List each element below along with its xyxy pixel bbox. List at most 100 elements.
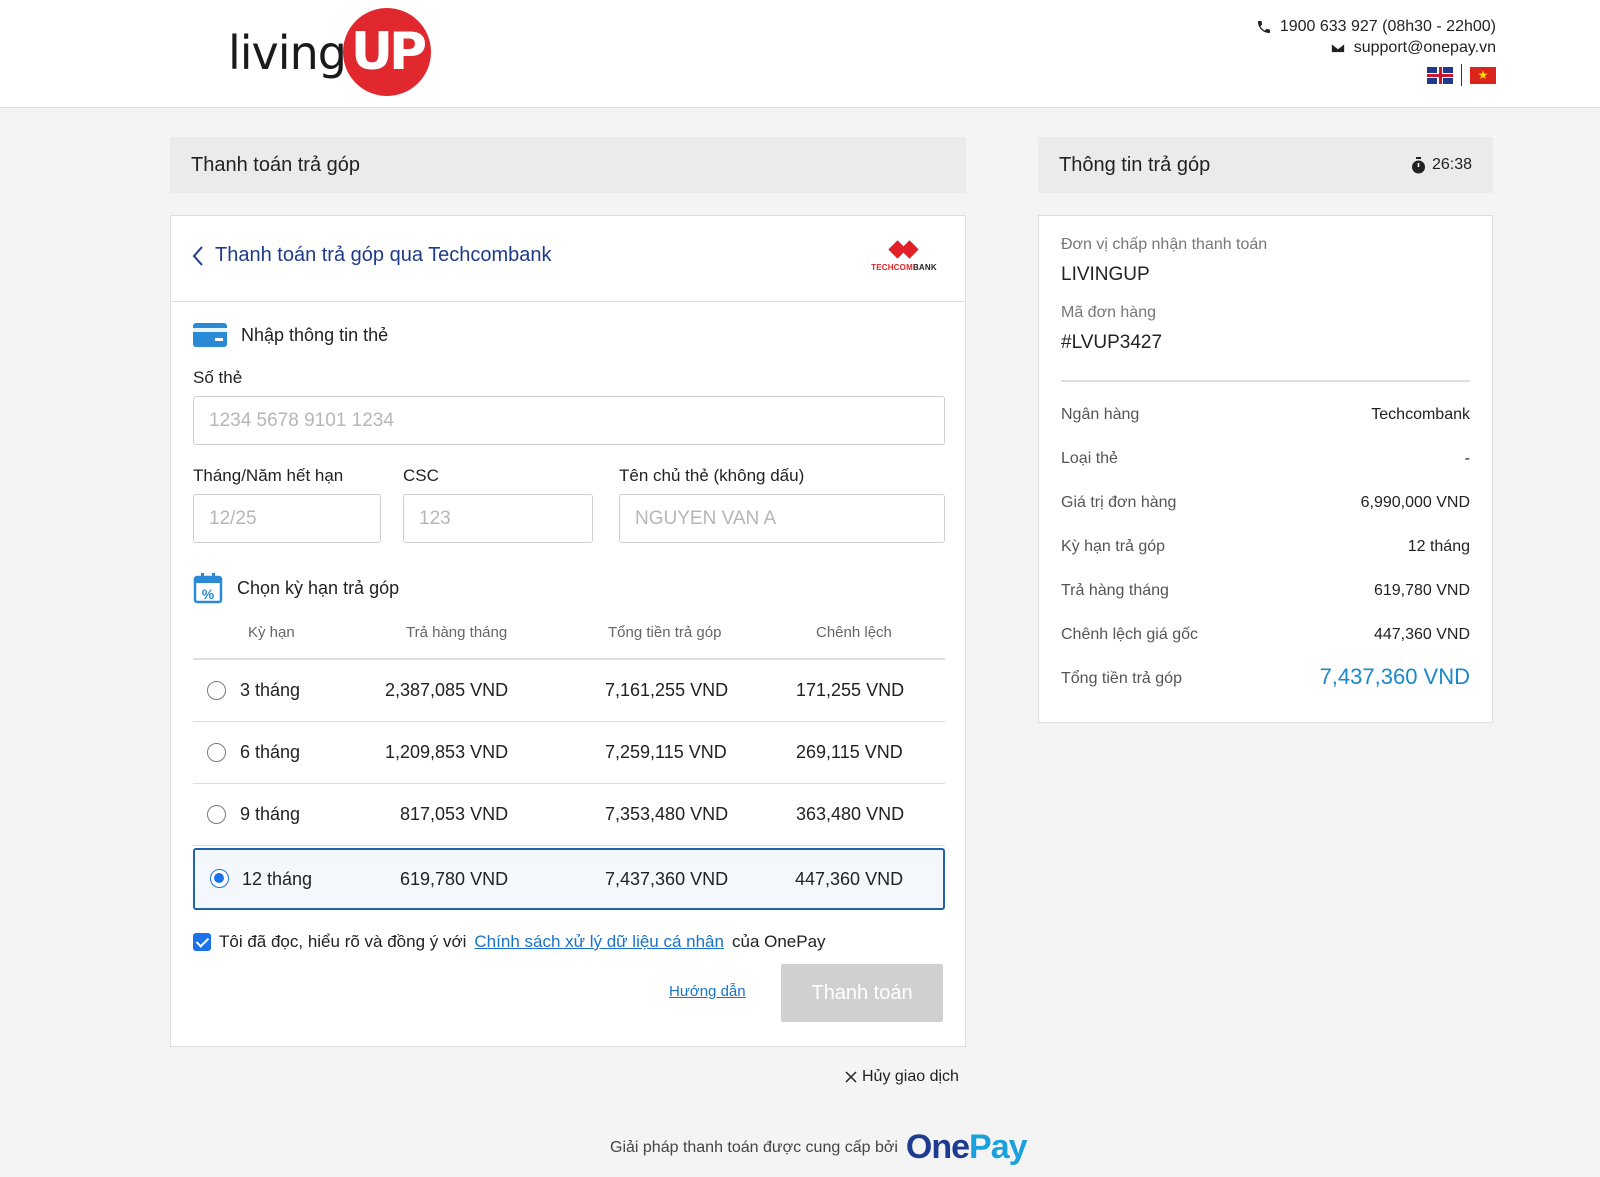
card-info-heading: Nhập thông tin thẻ [193,322,388,348]
term-value: 6 tháng [240,742,301,762]
flag-divider [1461,64,1462,86]
order-value: #LVUP3427 [1061,332,1163,353]
privacy-policy-link[interactable]: Chính sách xử lý dữ liệu cá nhân [474,932,724,952]
monthly-value: 619,780 VND [400,869,509,889]
techcombank-logo: TECHCOMBANK [867,240,941,272]
support-email: support@onepay.vn [1353,39,1496,56]
term-value: 3 tháng [240,680,301,700]
logo-up-mark: UP [343,8,431,96]
total-value: 7,259,115 VND [605,742,727,762]
payment-form-card: Thanh toán trả góp qua Techcombank TECHC… [170,215,966,1047]
info-row-card-type: Loại thẻ - [1061,450,1470,468]
difference-value: 447,360 VND [795,869,904,889]
consent-checkbox[interactable] [193,933,211,951]
card-number-label: Số thẻ [193,368,243,387]
english-flag-icon[interactable] [1427,66,1453,84]
consent-row: Tôi đã đọc, hiểu rõ và đồng ý với Chính … [193,932,826,952]
monthly-value: 1,209,853 VND [385,742,509,762]
payment-section-title: Thanh toán trả góp [170,137,966,193]
csc-input[interactable]: 123 [403,494,593,543]
monthly-value: 817,053 VND [400,804,509,824]
techcombank-mark-icon [889,240,919,260]
info-value: 12 tháng [1407,538,1470,555]
info-value: Techcombank [1371,406,1470,423]
header: living UP 1900 633 927 (08h30 - 22h00) s… [0,0,1600,108]
total-value: 7,161,255 VND [605,680,729,700]
onepay-logo-one: One [905,1128,970,1166]
consent-text-suffix: của OnePay [731,932,826,951]
credit-card-icon [193,323,227,347]
info-divider [1061,380,1470,382]
term-radio-selected[interactable] [210,869,229,888]
total-value: 7,437,360 VND [605,869,729,889]
cancel-label: Hủy giao dịch [862,1068,959,1085]
info-value: 619,780 VND [1373,582,1470,599]
term-option-6[interactable]: 6 tháng 1,209,853 VND 7,259,115 VND 269,… [193,722,945,784]
total-value: 7,353,480 VND [605,804,729,824]
term-value: 12 tháng [242,869,313,889]
onepay-logo-pay: Pay [969,1128,1027,1166]
footer: Giải pháp thanh toán được cung cấp bởi O… [610,1128,1028,1167]
stopwatch-icon [1411,156,1425,173]
info-row-bank: Ngân hàng Techcombank [1061,406,1470,424]
term-radio[interactable] [207,743,226,762]
pay-button[interactable]: Thanh toán [781,964,943,1022]
timer-value: 26:38 [1431,156,1472,173]
info-key: Tổng tiền trả góp [1061,670,1182,687]
card-info-heading-text: Nhập thông tin thẻ [241,324,389,345]
phone-number: 1900 633 927 (08h30 - 22h00) [1279,18,1496,35]
bank-logo-part-a: TECHCOM [871,263,913,272]
term-radio[interactable] [207,805,226,824]
installment-term-heading-text: Chọn kỳ hạn trả góp [237,577,400,598]
info-row-order-value: Giá trị đơn hàng 6,990,000 VND [1061,494,1470,512]
info-key: Trả hàng tháng [1061,582,1169,599]
info-value: - [1464,450,1470,467]
difference-value: 171,255 VND [796,680,905,700]
logo-text: living [228,26,347,80]
column-term: Kỳ hạn [248,624,295,641]
info-row-term: Kỳ hạn trả góp 12 tháng [1061,538,1470,556]
installment-term-heading: % Chọn kỳ hạn trả góp [193,572,399,604]
countdown-timer: 26:38 [1411,137,1472,193]
guide-link[interactable]: Hướng dẫn [669,983,746,1000]
info-key: Ngân hàng [1061,406,1140,423]
card-number-input[interactable]: 1234 5678 9101 1234 [193,396,945,445]
close-icon [845,1071,857,1083]
info-value: 6,990,000 VND [1360,494,1470,511]
difference-value: 269,115 VND [796,742,903,762]
term-radio[interactable] [207,681,226,700]
calendar-percent-icon: % [193,573,223,604]
contact-info: 1900 633 927 (08h30 - 22h00) support@one… [1256,16,1496,86]
info-key: Kỳ hạn trả góp [1061,538,1166,555]
info-key: Loại thẻ [1061,450,1118,467]
back-link-label: Thanh toán trả góp qua Techcombank [215,244,552,266]
phone-icon [1257,20,1270,33]
svg-text:%: % [202,586,215,602]
vietnamese-flag-icon[interactable]: ★ [1470,66,1496,84]
expiry-input[interactable]: 12/25 [193,494,381,543]
bank-logo-part-b: BANK [912,263,937,272]
column-total: Tổng tiền trả góp [608,624,722,641]
merchant-value: LIVINGUP [1061,264,1150,285]
term-option-9[interactable]: 9 tháng 817,053 VND 7,353,480 VND 363,48… [193,784,945,846]
onepay-logo: OnePay [905,1128,1028,1167]
column-difference: Chênh lệch [816,624,892,641]
card-holder-input[interactable]: NGUYEN VAN A [619,494,945,543]
expiry-label: Tháng/Năm hết hạn [193,466,344,485]
card-header: Thanh toán trả góp qua Techcombank TECHC… [171,216,965,302]
livingup-logo[interactable]: living UP [228,8,438,98]
techcombank-wordmark: TECHCOMBANK [867,263,941,272]
order-label: Mã đơn hàng [1061,304,1156,321]
term-table-header: Kỳ hạn Trả hàng tháng Tổng tiền trả góp … [193,624,945,660]
term-option-12[interactable]: 12 tháng 619,780 VND 7,437,360 VND 447,3… [193,848,945,910]
cancel-transaction-button[interactable]: Hủy giao dịch [845,1068,959,1086]
back-link[interactable]: Thanh toán trả góp qua Techcombank [191,244,552,267]
info-value: 447,360 VND [1373,626,1470,643]
consent-text-prefix: Tôi đã đọc, hiểu rõ và đồng ý với [219,932,467,951]
info-row-difference: Chênh lệch giá gốc 447,360 VND [1061,626,1470,644]
installment-info-title-text: Thông tin trả góp [1059,154,1211,176]
card-holder-label: Tên chủ thẻ (không dấu) [619,466,805,485]
installment-info-card: Đơn vị chấp nhận thanh toán LIVINGUP Mã … [1038,215,1493,723]
csc-label: CSC [403,466,439,485]
term-option-3[interactable]: 3 tháng 2,387,085 VND 7,161,255 VND 171,… [193,660,945,722]
